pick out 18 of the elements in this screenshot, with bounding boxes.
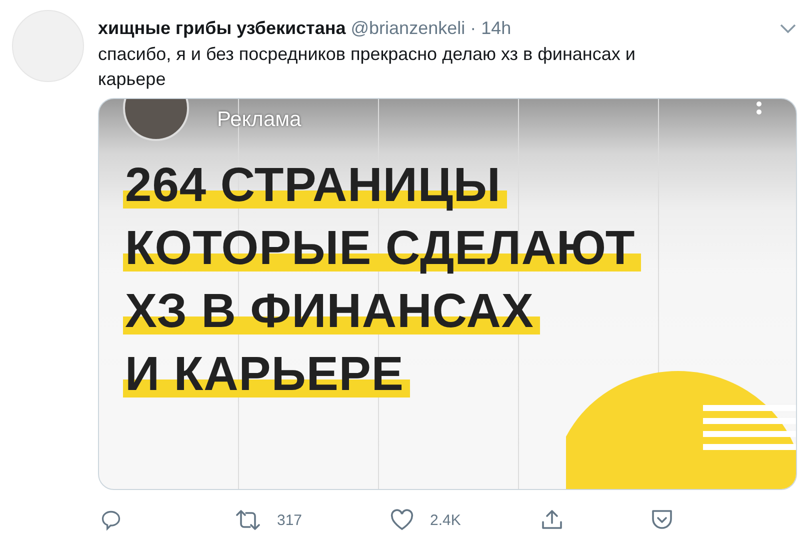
tweet-text: спасибо, я и без посредников прекрасно делаю хз в финансах и карьере [98, 43, 636, 91]
retweet-button[interactable]: 317 [235, 509, 302, 531]
more-icon[interactable] [756, 101, 762, 115]
retweet-icon [235, 509, 261, 531]
ad-label: Реклама [217, 108, 302, 132]
separator: · [470, 18, 476, 39]
tweet-time[interactable]: 14h [481, 18, 512, 39]
pocket-icon [650, 509, 674, 531]
reply-button[interactable] [100, 509, 122, 531]
share-button[interactable] [540, 508, 564, 532]
author-handle[interactable]: @brianzenkeli [350, 18, 466, 39]
share-icon [540, 508, 564, 532]
chevron-icon[interactable] [779, 22, 797, 34]
reply-icon [100, 509, 122, 531]
save-button[interactable] [650, 509, 674, 531]
heart-icon [390, 509, 414, 531]
author-name[interactable]: хищные грибы узбекистана [98, 18, 346, 39]
like-button[interactable]: 2.4K [390, 509, 461, 531]
